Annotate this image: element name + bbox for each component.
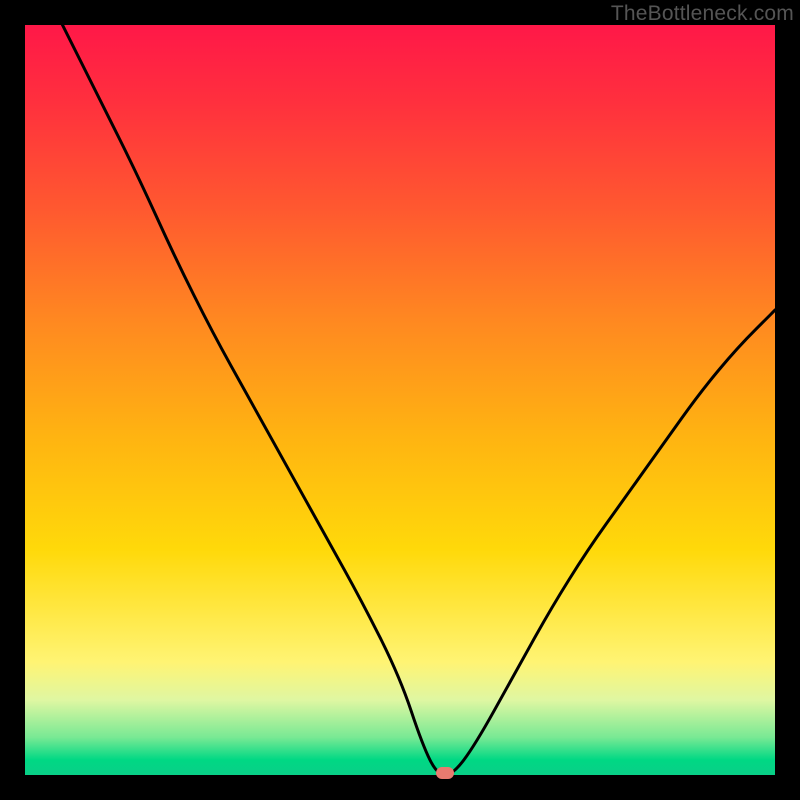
chart-frame: TheBottleneck.com xyxy=(0,0,800,800)
bottleneck-curve xyxy=(25,25,775,775)
plot-area xyxy=(25,25,775,775)
watermark-text: TheBottleneck.com xyxy=(611,2,794,26)
optimum-marker xyxy=(436,767,454,779)
